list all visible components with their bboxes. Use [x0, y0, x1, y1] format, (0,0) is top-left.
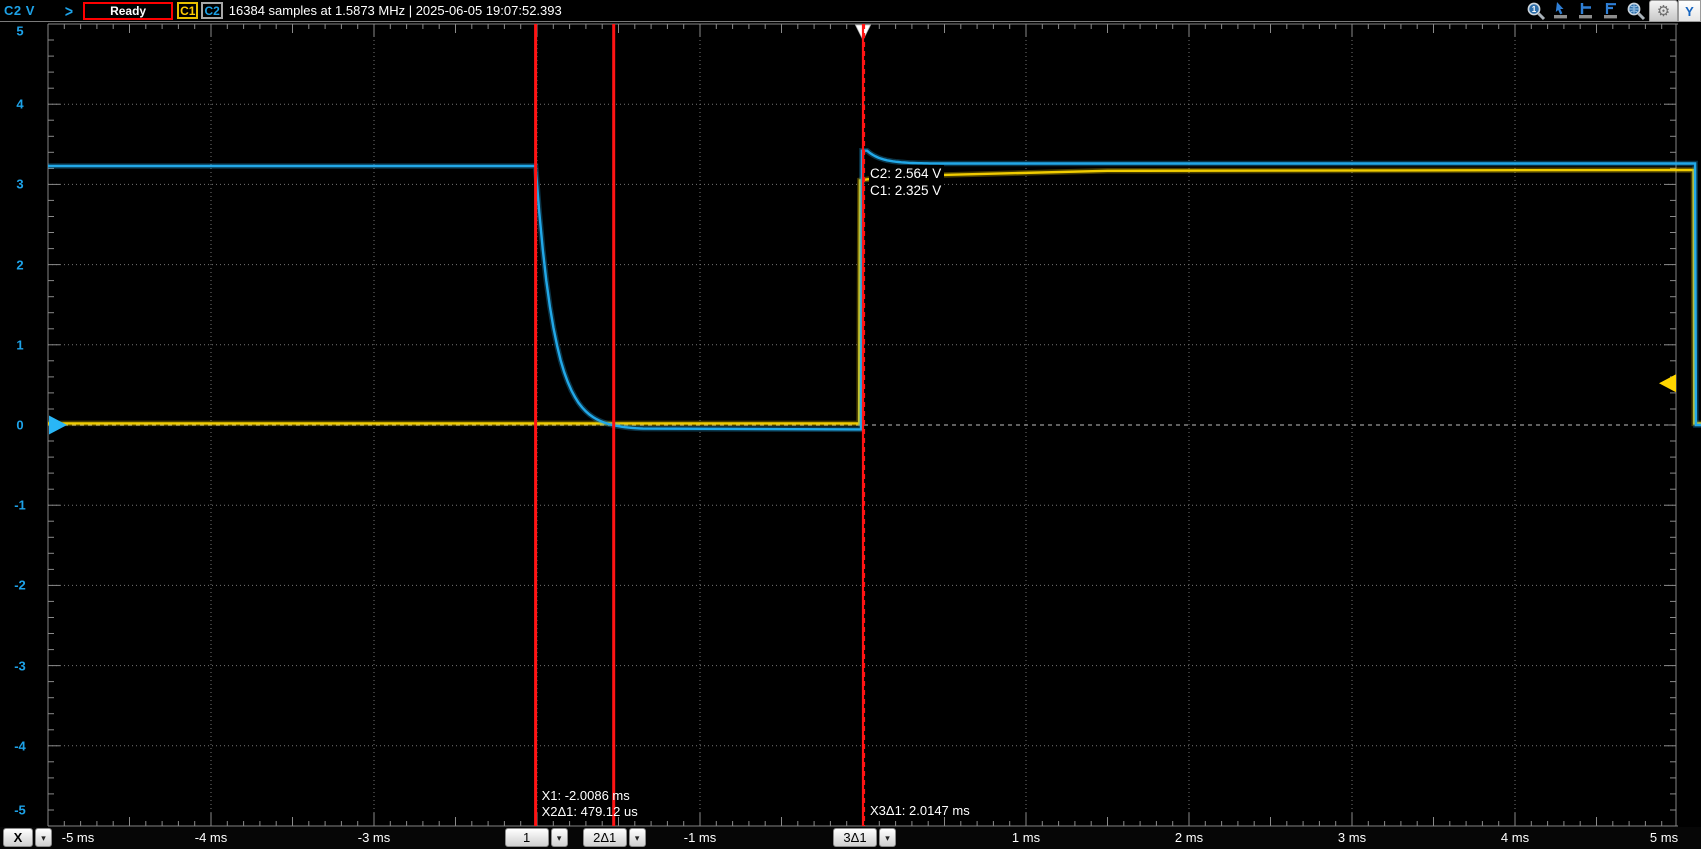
y-axis-label: 2	[16, 257, 23, 272]
y-axis-label: -2	[14, 578, 26, 593]
plot-toolbar: 1	[1524, 0, 1701, 22]
cursor-button-group-3: 3Δ1▾	[833, 828, 896, 847]
svg-text:1: 1	[1532, 5, 1537, 14]
y-axis-label: 4	[16, 97, 23, 112]
x-axis-dropdown[interactable]: ▾	[35, 828, 52, 847]
trace-C1-glow	[48, 170, 1701, 423]
cursor-dropdown-3[interactable]: ▾	[879, 828, 896, 847]
tooltip-c2-value: C2: 2.564 V	[869, 165, 944, 182]
vertical-axis-channel-label[interactable]: C2 V	[4, 3, 35, 18]
x-cursor-readouts-12: X1: -2.0086 ms X2Δ1: 479.12 us	[542, 788, 638, 819]
cursor-button-3[interactable]: 3Δ1	[833, 828, 877, 847]
x-axis-label: 3 ms	[1338, 830, 1366, 845]
x-axis-label: 5 ms	[1650, 830, 1678, 845]
x-axis-label: -4 ms	[195, 830, 228, 845]
x-axis-label: 4 ms	[1501, 830, 1529, 845]
cursor-dropdown-1[interactable]: ▾	[551, 828, 568, 847]
cursor-button-group-1: 1▾	[505, 828, 568, 847]
channel-2-badge[interactable]: C2	[201, 2, 222, 19]
zoom-overview-icon[interactable]	[1624, 1, 1648, 21]
plot-canvas[interactable]	[0, 0, 1701, 849]
y-axis-label: -4	[14, 738, 26, 753]
pointer-cursor-icon[interactable]	[1549, 1, 1573, 21]
y-axis-label: -5	[14, 803, 26, 818]
acquisition-info: 16384 samples at 1.5873 MHz | 2025-06-05…	[229, 3, 562, 18]
zoom-1-icon[interactable]: 1	[1524, 1, 1548, 21]
status-badge: Ready	[83, 2, 173, 20]
x-axis-label: -3 ms	[358, 830, 391, 845]
x-cursor-readout-3: X3Δ1: 2.0147 ms	[870, 803, 970, 819]
x-axis-button[interactable]: X	[3, 828, 33, 847]
y-axis-label: -1	[14, 498, 26, 513]
x-cursor-tool-icon[interactable]	[1574, 1, 1598, 21]
C2-offset-marker	[49, 416, 67, 435]
y-axis-label: 0	[16, 418, 23, 433]
y-axis-label: 3	[16, 177, 23, 192]
cursor-dropdown-2[interactable]: ▾	[629, 828, 646, 847]
trace-C1	[48, 170, 1701, 423]
time-axis-bar: X ▾ -5 ms -4 ms -3 ms -1 ms 1 ms 2 ms 3 ms 4 ms…	[0, 827, 1701, 849]
y-axis-label: 1	[16, 337, 23, 352]
x-axis-label: -1 ms	[684, 830, 717, 845]
settings-gear-button[interactable]: ⚙	[1649, 0, 1678, 22]
x-axis-label: -5 ms	[62, 830, 95, 845]
status-text: Ready	[110, 4, 146, 18]
cursor-button-1[interactable]: 1	[505, 828, 549, 847]
expand-chevron-icon[interactable]: >	[65, 1, 73, 20]
x-cursor-flag-tool-icon[interactable]	[1599, 1, 1623, 21]
cursor1-readout: X1: -2.0086 ms	[542, 788, 638, 804]
gear-icon: ⚙	[1657, 2, 1670, 20]
y-axis-label: -3	[14, 658, 26, 673]
cursor2-readout: X2Δ1: 479.12 us	[542, 804, 638, 820]
x-axis-selector: X ▾	[3, 828, 52, 847]
y-axis-toggle-button[interactable]: Y	[1678, 0, 1701, 22]
cursor3-readout: X3Δ1: 2.0147 ms	[870, 803, 970, 819]
cursor-value-tooltip: C2: 2.564 V C1: 2.325 V	[869, 165, 944, 199]
cursor-button-group-2: 2Δ1▾	[583, 828, 646, 847]
cursor-button-2[interactable]: 2Δ1	[583, 828, 627, 847]
tooltip-c1-value: C1: 2.325 V	[869, 182, 944, 199]
x-axis-label: 1 ms	[1012, 830, 1040, 845]
x-axis-label: 2 ms	[1175, 830, 1203, 845]
oscilloscope-app: C2 V > Ready C1 C2 16384 samples at 1.58…	[0, 0, 1701, 849]
top-status-bar: C2 V > Ready C1 C2 16384 samples at 1.58…	[0, 0, 1701, 22]
trigger-level-marker	[1659, 374, 1676, 392]
y-axis-label: 5	[16, 24, 23, 39]
channel-1-badge[interactable]: C1	[177, 2, 198, 19]
